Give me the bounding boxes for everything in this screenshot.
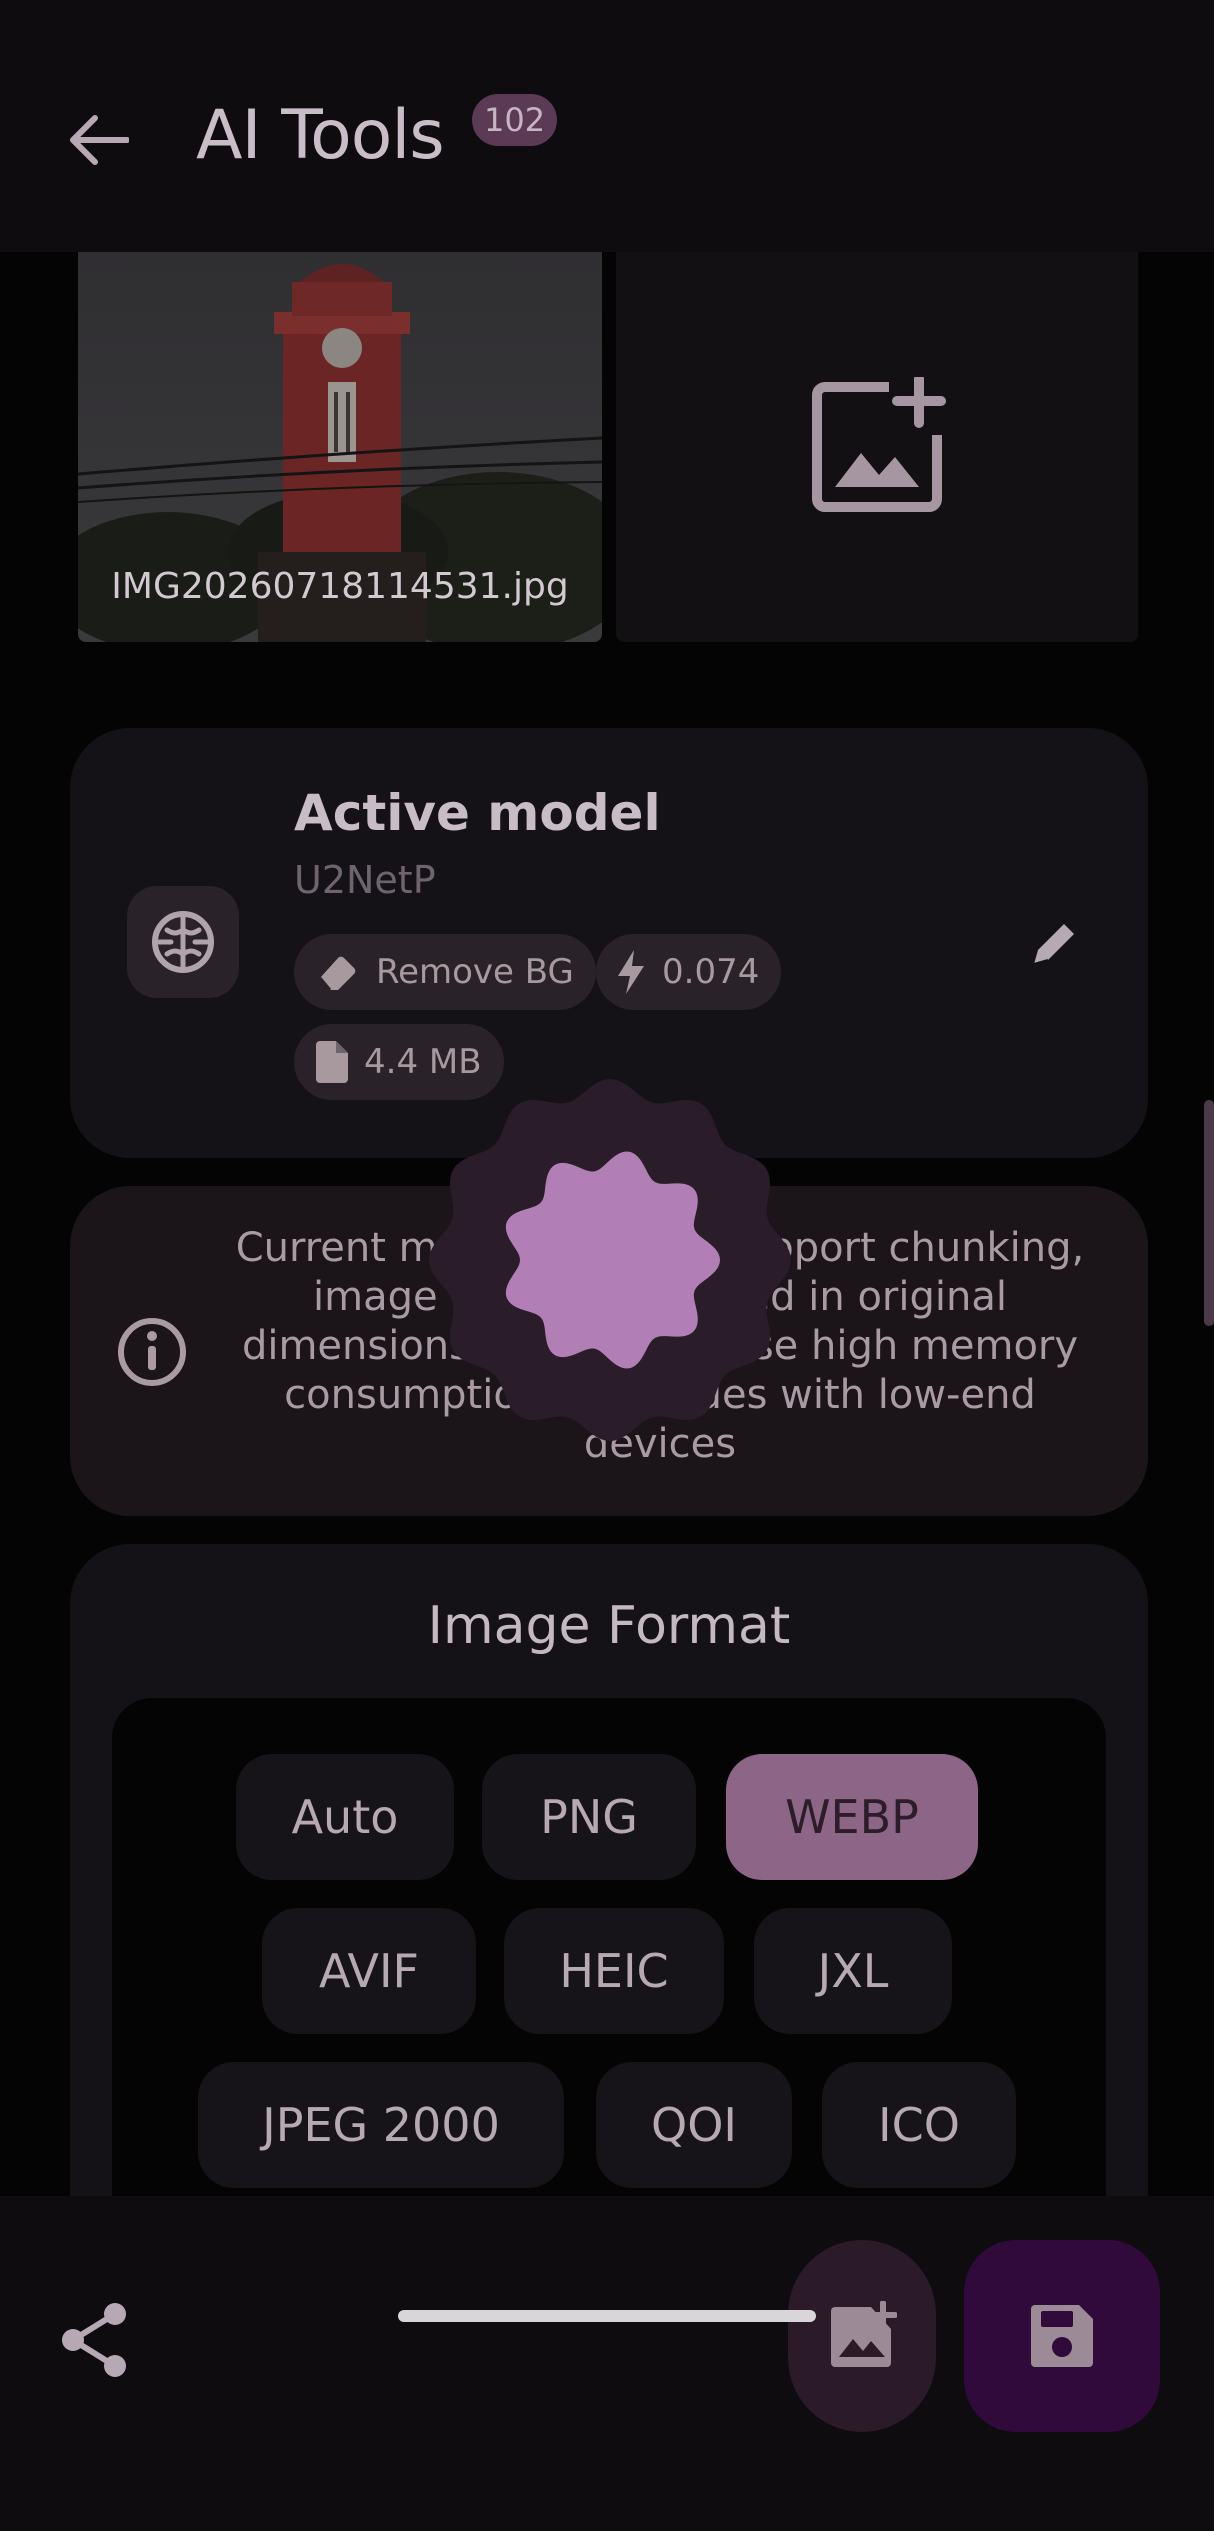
loading-indicator bbox=[420, 1070, 800, 1450]
bottom-action-bar bbox=[0, 2196, 1214, 2531]
chip-score: 0.074 bbox=[596, 934, 782, 1010]
bolt-icon bbox=[618, 950, 644, 994]
add-image-button[interactable] bbox=[788, 2240, 936, 2432]
info-icon bbox=[116, 1316, 188, 1392]
format-option-webp[interactable]: WEBP bbox=[726, 1754, 978, 1880]
chip-score-label: 0.074 bbox=[662, 952, 760, 992]
pencil-icon bbox=[1033, 924, 1074, 965]
save-button[interactable] bbox=[964, 2240, 1160, 2432]
selected-image-thumbnail[interactable]: IMG20260718114531.jpg bbox=[78, 252, 602, 642]
format-option-ico[interactable]: ICO bbox=[822, 2062, 1016, 2188]
format-option-heic[interactable]: HEIC bbox=[504, 1908, 724, 2034]
brain-icon bbox=[127, 886, 239, 998]
format-option-png[interactable]: PNG bbox=[482, 1754, 696, 1880]
share-icon[interactable] bbox=[54, 2300, 134, 2380]
page-title: AI Tools bbox=[196, 96, 445, 175]
format-option-jpeg2000[interactable]: JPEG 2000 bbox=[198, 2062, 564, 2188]
gesture-navigation-handle[interactable] bbox=[398, 2310, 816, 2322]
chip-task-label: Remove BG bbox=[376, 952, 574, 992]
model-name: U2NetP bbox=[294, 858, 436, 902]
format-option-auto[interactable]: Auto bbox=[236, 1754, 454, 1880]
format-option-avif[interactable]: AVIF bbox=[262, 1908, 476, 2034]
top-app-bar: AI Tools 102 bbox=[0, 0, 1214, 252]
file-icon bbox=[316, 1041, 348, 1083]
add-photo-icon bbox=[812, 377, 946, 512]
chip-task: Remove BG bbox=[294, 934, 596, 1010]
active-model-heading: Active model bbox=[294, 784, 661, 842]
edit-model-button[interactable] bbox=[1018, 908, 1090, 980]
format-option-qoi[interactable]: QOI bbox=[596, 2062, 792, 2188]
format-option-jxl[interactable]: JXL bbox=[754, 1908, 952, 2034]
image-filename: IMG20260718114531.jpg bbox=[111, 566, 569, 607]
back-arrow-icon[interactable] bbox=[58, 100, 138, 180]
image-format-title: Image Format bbox=[427, 1596, 791, 1656]
save-icon bbox=[1031, 2305, 1093, 2367]
scrollbar-thumb[interactable] bbox=[1204, 1100, 1214, 1326]
count-badge: 102 bbox=[472, 94, 558, 146]
add-image-tile[interactable] bbox=[616, 252, 1138, 642]
eraser-icon bbox=[318, 956, 356, 991]
add-photo-icon bbox=[831, 2301, 897, 2367]
